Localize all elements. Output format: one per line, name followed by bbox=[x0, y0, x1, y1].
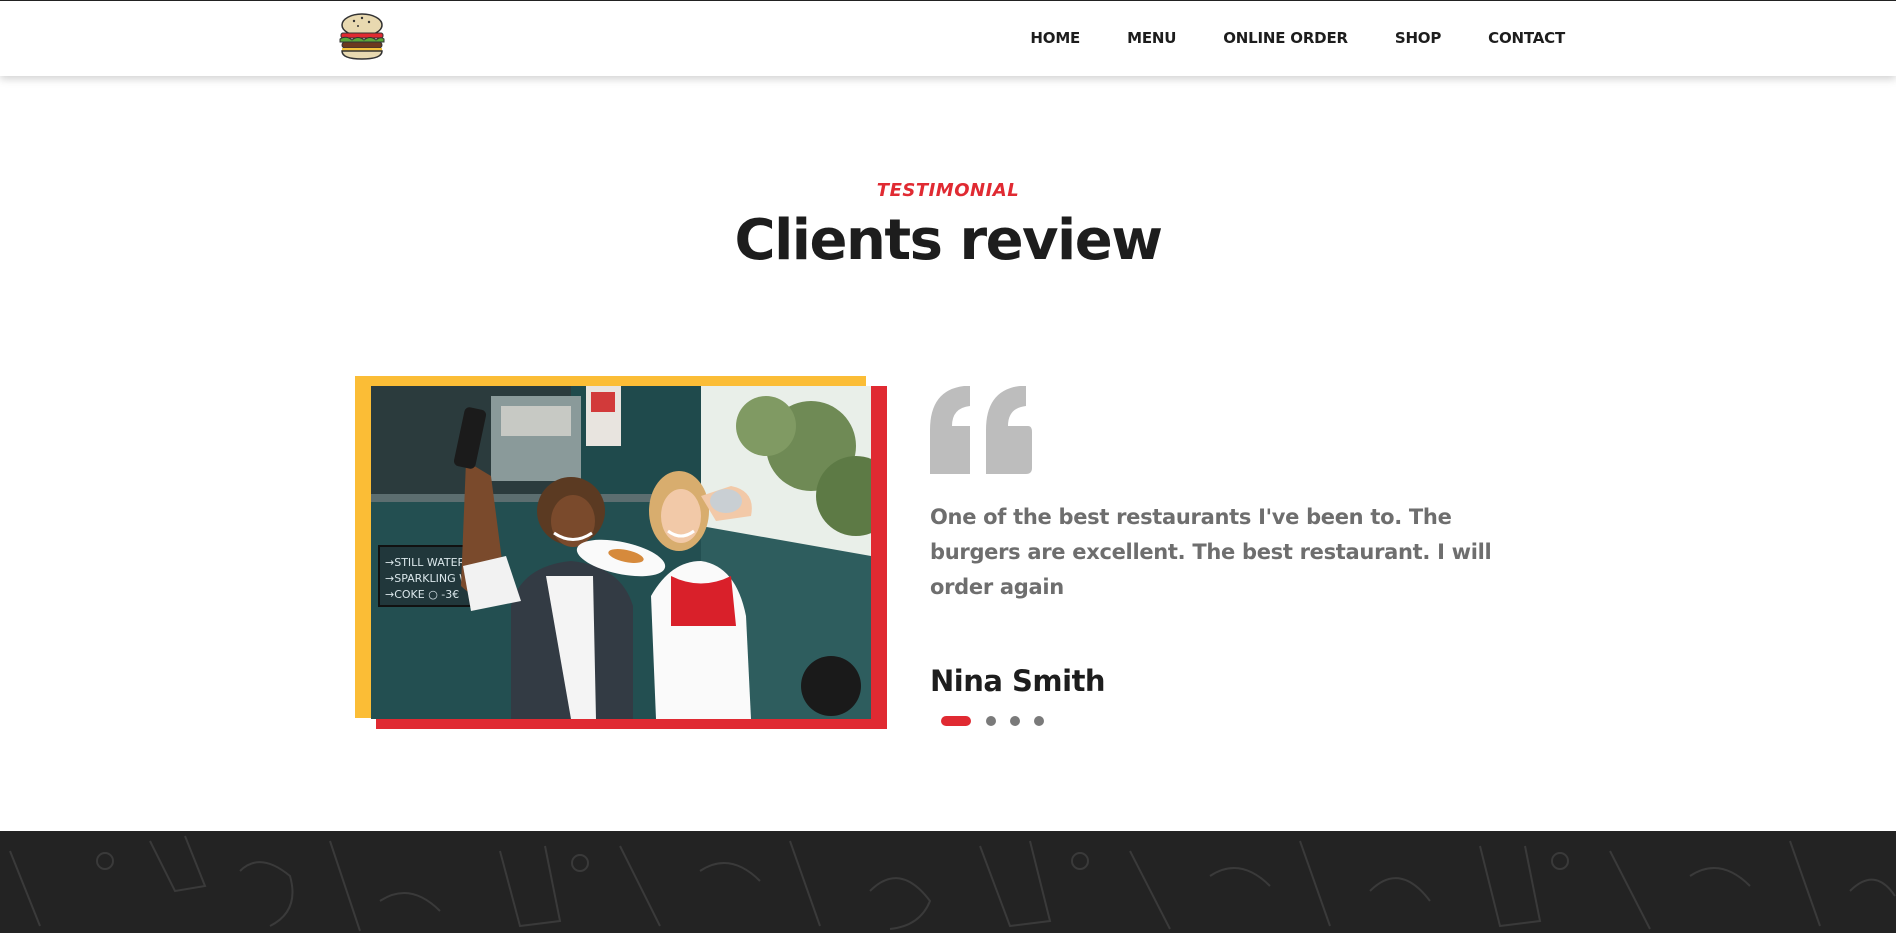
nav-contact[interactable]: CONTACT bbox=[1488, 29, 1565, 47]
slider-dot-4[interactable] bbox=[1034, 716, 1044, 726]
slider-dot-2[interactable] bbox=[986, 716, 996, 726]
testimonial-photo: →STILL WATER →SPARKLING WA →COKE ○ -3€ bbox=[371, 386, 871, 719]
slider-dot-3[interactable] bbox=[1010, 716, 1020, 726]
site-footer bbox=[0, 831, 1896, 933]
site-header: HOME MENU ONLINE ORDER SHOP CONTACT bbox=[0, 0, 1896, 76]
slider-dot-1[interactable] bbox=[941, 716, 971, 726]
nav-shop[interactable]: SHOP bbox=[1395, 29, 1442, 47]
testimonial-photo-frame: →STILL WATER →SPARKLING WA →COKE ○ -3€ bbox=[355, 376, 887, 729]
nav-online-order[interactable]: ONLINE ORDER bbox=[1223, 29, 1348, 47]
main-nav: HOME MENU ONLINE ORDER SHOP CONTACT bbox=[983, 29, 1565, 47]
slider-pagination bbox=[941, 716, 1058, 726]
quote-mark-icon bbox=[930, 386, 1032, 474]
reviewer-name: Nina Smith bbox=[930, 664, 1106, 698]
chalkboard-line-3: →COKE ○ -3€ bbox=[385, 588, 459, 601]
review-text: One of the best restaurants I've been to… bbox=[930, 505, 1492, 599]
section-title: Clients review bbox=[734, 208, 1163, 273]
section-eyebrow: TESTIMONIAL bbox=[876, 180, 1020, 201]
footer-doodle-pattern bbox=[9, 835, 1896, 932]
nav-home[interactable]: HOME bbox=[1030, 29, 1080, 47]
nav-menu[interactable]: MENU bbox=[1127, 29, 1176, 47]
burger-logo-icon[interactable] bbox=[336, 11, 388, 63]
chalkboard-line-1: →STILL WATER bbox=[385, 556, 466, 569]
